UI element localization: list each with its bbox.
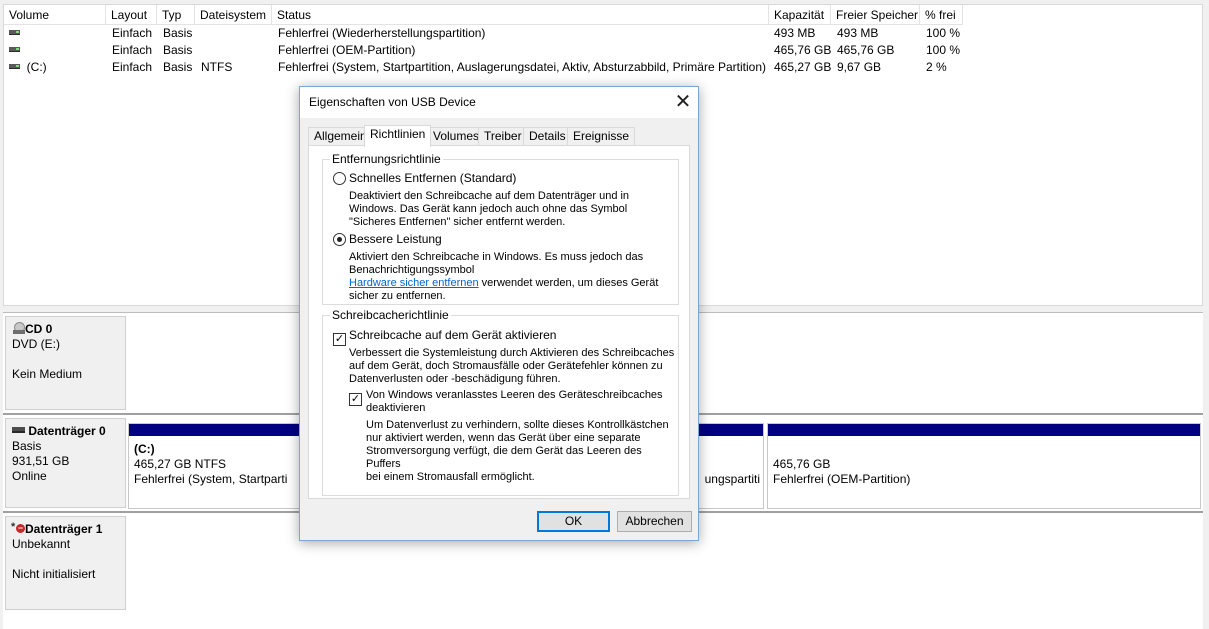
disk-icon — [9, 30, 20, 36]
enable-write-cache-checkbox[interactable]: ✓ — [333, 333, 346, 346]
layout-cell: Einfach — [112, 43, 153, 57]
table-row[interactable]: Einfach Basis Fehlerfrei (OEM-Partition)… — [4, 42, 1202, 59]
free-space-cell: 9,67 GB — [837, 60, 882, 74]
disk-icon — [9, 64, 20, 70]
partition-bar — [768, 424, 1200, 436]
col-type[interactable]: Typ — [157, 5, 195, 25]
option-label: Von Windows veranlasstes Leeren des Gerä… — [366, 389, 663, 414]
removal-policy-group: Entfernungsrichtlinie Schnelles Entferne… — [322, 152, 679, 305]
option-label: Schnelles Entfernen (Standard) — [349, 171, 517, 185]
option-label: Bessere Leistung — [349, 232, 442, 246]
group-label: Entfernungsrichtlinie — [330, 152, 443, 166]
group-label: Schreibcacherichtlinie — [330, 308, 451, 322]
volume-list-header: Volume Layout Typ Dateisystem Status Kap… — [4, 5, 1202, 25]
tab-details[interactable]: Details — [523, 127, 572, 146]
disk-line: Basis — [12, 439, 42, 453]
write-cache-policy-group: Schreibcacherichtlinie ✓ Schreibcache auf… — [322, 308, 679, 496]
close-icon[interactable]: ✕ — [668, 87, 698, 117]
disk-line: Online — [12, 469, 47, 483]
status-cell: Fehlerfrei (OEM-Partition) — [278, 43, 416, 57]
disk-line: DVD (E:) — [12, 337, 60, 351]
option-label: Schreibcache auf dem Gerät aktivieren — [349, 328, 557, 342]
col-volume[interactable]: Volume — [4, 5, 106, 25]
tab-panel-richtlinien: Entfernungsrichtlinie Schnelles Entferne… — [308, 145, 690, 499]
disk-info-cd0[interactable]: CD 0 DVD (E:) Kein Medium — [5, 316, 126, 410]
partition-text: 465,76 GB Fehlerfrei (OEM-Partition) — [773, 457, 911, 486]
tab-allgemein[interactable]: Allgemein — [308, 127, 373, 146]
tab-richtlinien[interactable]: Richtlinien — [364, 125, 432, 147]
tab-volumes[interactable]: Volumes — [427, 127, 486, 146]
ok-button[interactable]: OK — [537, 511, 610, 532]
dialog-title: Eigenschaften von USB Device — [309, 95, 476, 109]
disk-info-disk0[interactable]: Datenträger 0 Basis 931,51 GB Online — [5, 418, 126, 508]
capacity-cell: 465,76 GB — [774, 43, 832, 57]
cd-drive-icon — [12, 322, 25, 334]
option-description: Deaktiviert den Schreibcache auf dem Dat… — [349, 190, 630, 228]
type-cell: Basis — [163, 26, 193, 40]
percent-free-cell: 100 % — [926, 43, 961, 57]
partition-oem[interactable]: 465,76 GB Fehlerfrei (OEM-Partition) — [767, 423, 1201, 509]
disk-line: 931,51 GB — [12, 454, 70, 468]
partition-text: ungspartiti — [704, 472, 760, 486]
volume-cell — [4, 42, 20, 59]
disk-title: CD 0 — [12, 322, 119, 337]
capacity-cell: 493 MB — [774, 26, 816, 40]
disk-title: Datenträger 1 — [11, 520, 119, 537]
type-cell: Basis — [163, 43, 193, 57]
table-row[interactable]: Einfach Basis Fehlerfrei (Wiederherstell… — [4, 25, 1202, 42]
option-description: Verbessert die Systemleistung durch Akti… — [349, 347, 675, 385]
cancel-button[interactable]: Abbrechen — [617, 511, 692, 532]
layout-cell: Einfach — [112, 26, 153, 40]
disk-icon — [9, 47, 20, 53]
type-cell: Basis — [163, 60, 193, 74]
disk-line: Nicht initialisiert — [12, 567, 96, 581]
percent-free-cell: 100 % — [926, 26, 961, 40]
col-capacity[interactable]: Kapazität — [769, 5, 831, 25]
free-space-cell: 493 MB — [837, 26, 879, 40]
hard-disk-icon — [12, 427, 25, 433]
tab-ereignisse[interactable]: Ereignisse — [567, 127, 636, 146]
safe-remove-hardware-link[interactable]: Hardware sicher entfernen — [349, 277, 479, 289]
col-status[interactable]: Status — [272, 5, 769, 25]
volume-cell — [4, 25, 20, 42]
capacity-cell: 465,27 GB — [774, 60, 832, 74]
usb-device-properties-dialog: Eigenschaften von USB Device ✕ Allgemein… — [299, 86, 699, 541]
col-layout[interactable]: Layout — [106, 5, 157, 25]
quick-removal-option[interactable]: Schnelles Entfernen (Standard) — [333, 171, 516, 185]
layout-cell: Einfach — [112, 60, 153, 74]
status-cell: Fehlerfrei (System, Startpartition, Ausl… — [278, 60, 766, 74]
disk-title: Datenträger 0 — [12, 424, 119, 439]
quick-removal-radio[interactable] — [333, 172, 346, 185]
col-filesystem[interactable]: Dateisystem — [195, 5, 272, 25]
disable-flush-checkbox[interactable]: ✓ — [349, 393, 362, 406]
col-percent-free[interactable]: % frei — [920, 5, 963, 25]
better-performance-radio[interactable] — [333, 233, 346, 246]
not-initialized-icon — [11, 520, 25, 535]
filesystem-cell: NTFS — [201, 60, 233, 74]
table-row[interactable]: (C:) Einfach Basis NTFS Fehlerfrei (Syst… — [4, 59, 1202, 76]
enable-write-cache-option[interactable]: ✓ Schreibcache auf dem Gerät aktivieren — [333, 328, 556, 346]
disk-line: Kein Medium — [12, 367, 83, 381]
disk-info-disk1[interactable]: Datenträger 1 Unbekannt Nicht initialisi… — [5, 516, 126, 610]
percent-free-cell: 2 % — [926, 60, 947, 74]
status-cell: Fehlerfrei (Wiederherstellungspartition) — [278, 26, 486, 40]
disk-line: Unbekannt — [12, 537, 71, 551]
col-free-space[interactable]: Freier Speicher — [831, 5, 920, 25]
option-description: Aktiviert den Schreibcache in Windows. E… — [349, 251, 659, 302]
dialog-titlebar[interactable]: Eigenschaften von USB Device ✕ — [300, 87, 698, 118]
disable-flush-option[interactable]: ✓ Von Windows veranlasstes Leeren des Ge… — [349, 389, 663, 415]
free-space-cell: 465,76 GB — [837, 43, 895, 57]
better-performance-option[interactable]: Bessere Leistung — [333, 232, 442, 246]
volume-cell: (C:) — [4, 59, 47, 76]
tab-treiber[interactable]: Treiber — [478, 127, 528, 146]
option-description: Um Datenverlust zu verhindern, sollte di… — [366, 419, 669, 483]
